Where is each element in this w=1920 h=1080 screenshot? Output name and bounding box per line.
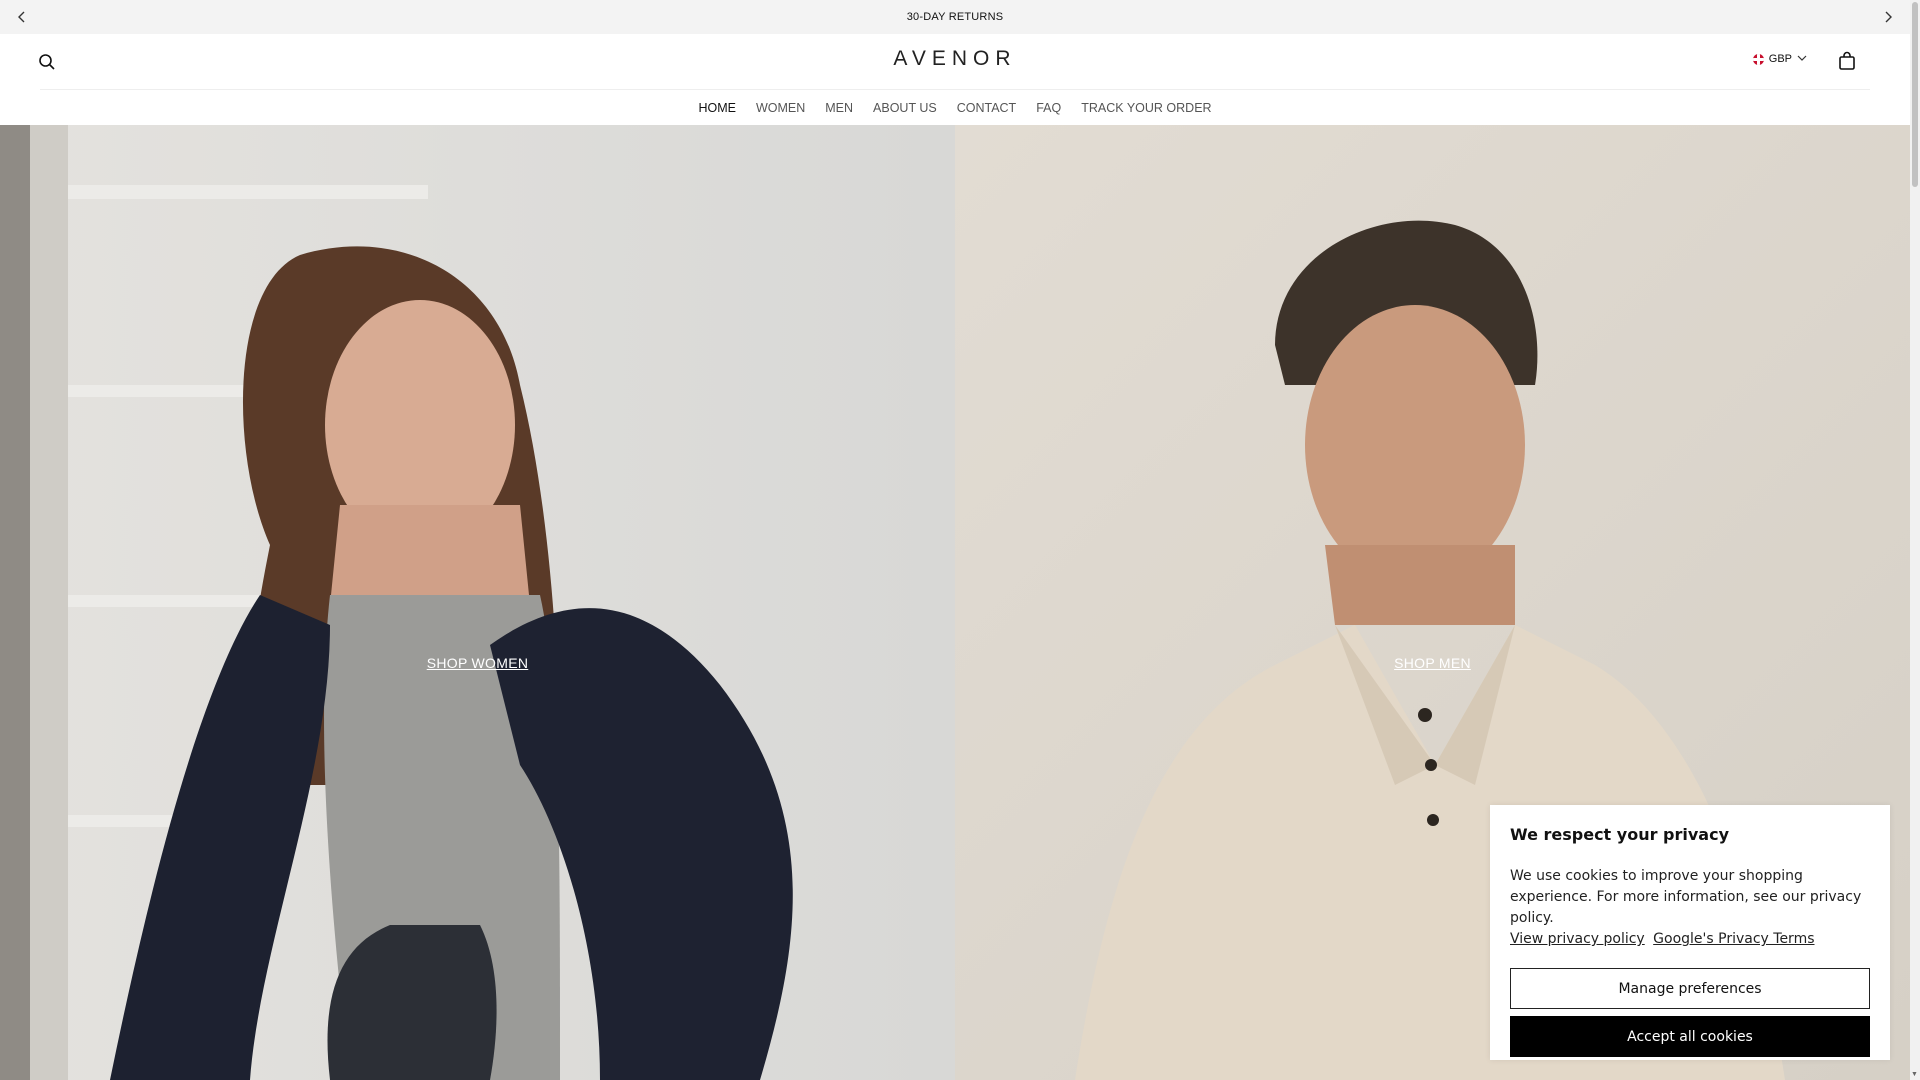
chevron-right-icon[interactable] bbox=[1880, 9, 1896, 25]
nav-men[interactable]: MEN bbox=[825, 101, 853, 115]
nav-faq[interactable]: FAQ bbox=[1036, 101, 1061, 115]
uk-flag-icon bbox=[1752, 53, 1764, 65]
main-nav: HOME WOMEN MEN ABOUT US CONTACT FAQ TRAC… bbox=[0, 90, 1910, 125]
cookie-title: We respect your privacy bbox=[1510, 825, 1730, 844]
cookie-body: We use cookies to improve your shopping … bbox=[1510, 868, 1862, 926]
nav-women[interactable]: WOMEN bbox=[756, 101, 805, 115]
women-hero-image bbox=[0, 125, 955, 1080]
shop-men-link[interactable]: SHOP MEN bbox=[955, 655, 1910, 671]
currency-label: GBP bbox=[1768, 53, 1792, 65]
announcement-text: 30-DAY RETURNS bbox=[906, 11, 1004, 23]
shopping-bag-icon[interactable] bbox=[1837, 51, 1857, 71]
manage-preferences-button[interactable]: Manage preferences bbox=[1510, 968, 1870, 1009]
announcement-bar: 30-DAY RETURNS bbox=[0, 0, 1910, 34]
scrollbar-thumb[interactable] bbox=[1912, 2, 1918, 187]
brand-logo[interactable]: AVENOR bbox=[0, 47, 1910, 71]
shop-women-link[interactable]: SHOP WOMEN bbox=[0, 655, 955, 671]
nav-about-us[interactable]: ABOUT US bbox=[873, 101, 937, 115]
scroll-down-arrow-icon[interactable]: ▼ bbox=[1911, 1071, 1918, 1078]
cookie-consent-dialog: We respect your privacy We use cookies t… bbox=[1490, 805, 1890, 1060]
chevron-left-icon[interactable] bbox=[14, 9, 30, 25]
nav-contact[interactable]: CONTACT bbox=[957, 101, 1017, 115]
accept-all-cookies-button[interactable]: Accept all cookies bbox=[1510, 1016, 1870, 1057]
nav-track-order[interactable]: TRACK YOUR ORDER bbox=[1081, 101, 1211, 115]
view-privacy-policy-link[interactable]: View privacy policy bbox=[1510, 931, 1645, 947]
page-scrollbar[interactable]: ▼ bbox=[1910, 0, 1920, 1080]
currency-selector[interactable]: GBP bbox=[1752, 53, 1807, 65]
site-header: AVENOR GBP bbox=[0, 34, 1910, 90]
chevron-down-icon bbox=[1797, 53, 1807, 65]
google-privacy-terms-link[interactable]: Google's Privacy Terms bbox=[1653, 931, 1814, 947]
nav-home[interactable]: HOME bbox=[698, 101, 736, 115]
hero-women-panel[interactable]: SHOP WOMEN bbox=[0, 125, 955, 1080]
cookie-links: View privacy policy Google's Privacy Ter… bbox=[1510, 929, 1870, 950]
